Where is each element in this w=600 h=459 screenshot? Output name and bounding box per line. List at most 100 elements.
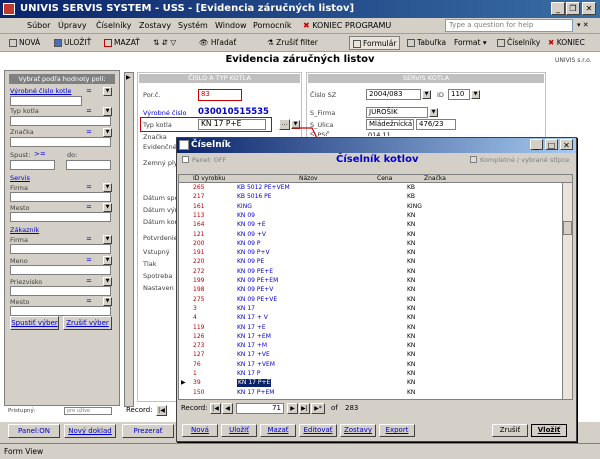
col-cena[interactable]: Cena: [377, 175, 392, 183]
panel-on-button[interactable]: Panel:ON: [8, 424, 60, 438]
cislo-sz-field[interactable]: 2004/083: [366, 89, 421, 100]
menu-koniec-programu[interactable]: ✖ KONIEC PROGRAMU: [300, 19, 394, 32]
typ-operator[interactable]: =: [86, 107, 92, 115]
menu-system[interactable]: Systém: [175, 19, 211, 32]
typ-kotla-field[interactable]: KN 17 P+E: [198, 119, 266, 130]
id-field[interactable]: 110: [448, 89, 470, 100]
table-row[interactable]: 3 KN 17 KN: [179, 305, 572, 313]
table-row[interactable]: 126 KN 17 +EM KN: [179, 333, 572, 341]
table-row[interactable]: 161 KING KING: [179, 203, 572, 211]
zak-mesto-dropdown[interactable]: ▼: [103, 297, 112, 306]
id-dropdown[interactable]: ▼: [471, 90, 480, 99]
zak-meno-dropdown[interactable]: ▼: [103, 256, 112, 265]
dialog-minimize-button[interactable]: _: [530, 139, 543, 150]
splitter[interactable]: [124, 72, 134, 407]
sidebar-vyrobne-label[interactable]: Výrobné číslo kotle: [10, 87, 71, 95]
servis-mesto-dropdown[interactable]: ▼: [103, 203, 112, 212]
kompletne-checkbox[interactable]: [470, 156, 477, 163]
menu-upravy[interactable]: Úpravy: [55, 19, 90, 32]
zak-mesto-operator[interactable]: =: [86, 297, 92, 305]
table-row[interactable]: 121 KN 09 +V KN: [179, 231, 572, 239]
dialog-nova-button[interactable]: Nová: [182, 424, 218, 437]
table-row[interactable]: 198 KN 09 PE+V KN: [179, 286, 572, 294]
spust-operator[interactable]: >=: [34, 150, 46, 158]
dialog-vlozit-button[interactable]: Vložiť: [531, 424, 567, 437]
tabulka-button[interactable]: Tabuľka: [404, 36, 449, 50]
servis-firma-input[interactable]: [10, 192, 111, 202]
dialog-zostavy-button[interactable]: Zostavy: [340, 424, 376, 437]
table-row[interactable]: 265 KB 5012 PE+VEM KB: [179, 184, 572, 192]
dialog-editovat-button[interactable]: Editovať: [299, 424, 337, 437]
col-id[interactable]: ID vyrobku: [193, 175, 225, 183]
s-firma-field[interactable]: JUROŠÍK: [366, 107, 428, 118]
table-row[interactable]: 4 KN 17 + V KN: [179, 314, 572, 322]
vyrobne-operator[interactable]: =: [86, 87, 92, 95]
servis-firma-operator[interactable]: =: [86, 183, 92, 191]
zakaznik-link[interactable]: Zákazník: [10, 226, 39, 234]
table-row[interactable]: 191 KN 09 P+V KN: [179, 249, 572, 257]
dialog-maximize-button[interactable]: □: [545, 139, 558, 150]
dialog-next-record-button[interactable]: ▶: [287, 403, 298, 414]
hladat-button[interactable]: 👁 Hľadať: [196, 36, 239, 50]
row-selector[interactable]: ▶: [181, 379, 188, 387]
znacka-operator[interactable]: =: [86, 128, 92, 136]
zak-firma-input[interactable]: [10, 244, 111, 254]
znacka-input[interactable]: [10, 137, 111, 147]
dialog-first-record-button[interactable]: |◀: [210, 403, 221, 414]
table-row[interactable]: 1 KN 17 P KN: [179, 370, 572, 378]
dialog-last-record-button[interactable]: ▶|: [299, 403, 310, 414]
cislo-sz-dropdown[interactable]: ▼: [422, 90, 431, 99]
zak-meno-operator[interactable]: =: [86, 256, 92, 264]
table-row[interactable]: 164 KN 09 +E KN: [179, 221, 572, 229]
table-row[interactable]: 127 KN 17 +VE KN: [179, 351, 572, 359]
close-button[interactable]: ✕: [582, 2, 596, 15]
por-c-field[interactable]: 83: [198, 89, 242, 101]
form-first-record-button[interactable]: |◀: [156, 405, 167, 416]
nova-button[interactable]: NOVÁ: [6, 36, 43, 50]
help-dropdown-icon[interactable]: ▾ ✕: [577, 21, 589, 29]
znacka-dropdown[interactable]: ▼: [103, 128, 112, 137]
zak-meno-input[interactable]: [10, 265, 111, 275]
menu-pomocnik[interactable]: Pomocník: [250, 19, 294, 32]
collapse-arrow-icon[interactable]: ▶: [126, 74, 131, 81]
dialog-new-record-button[interactable]: ▶*: [311, 403, 325, 414]
servis-link[interactable]: Servis: [10, 174, 30, 182]
servis-mesto-operator[interactable]: =: [86, 203, 92, 211]
s-firma-dropdown[interactable]: ▼: [429, 108, 438, 117]
s-ulica-number[interactable]: 476/23: [416, 119, 456, 130]
grid-scrollbar[interactable]: [562, 183, 572, 399]
zak-priezvisko-operator[interactable]: =: [86, 277, 92, 285]
table-row[interactable]: 199 KN 09 PE+EM KN: [179, 277, 572, 285]
zrusit-vyber-button[interactable]: Zrušiť výber: [63, 316, 112, 330]
dialog-export-button[interactable]: Export: [379, 424, 415, 437]
dialog-close-button[interactable]: ✕: [560, 139, 573, 150]
dialog-zrusit-button[interactable]: Zrušiť: [492, 424, 528, 437]
dialog-prev-record-button[interactable]: ◀: [222, 403, 233, 414]
vyrobne-dropdown[interactable]: ▼: [103, 87, 112, 96]
menu-ciselniky[interactable]: Číselníky: [93, 19, 135, 32]
col-nazov[interactable]: Názov: [299, 175, 318, 183]
prezerat-button[interactable]: Prezerať: [122, 424, 174, 438]
table-row[interactable]: 217 KB 5016 PE KB: [179, 193, 572, 201]
panel-off-checkbox[interactable]: [182, 156, 189, 163]
format-button[interactable]: Format ▾: [451, 36, 490, 50]
s-ulica-field[interactable]: Mládežnícká: [366, 119, 414, 130]
typ-input[interactable]: [10, 116, 111, 126]
mazat-button[interactable]: MAZAŤ: [101, 36, 143, 50]
zak-priezvisko-dropdown[interactable]: ▼: [103, 277, 112, 286]
zak-firma-operator[interactable]: =: [86, 235, 92, 243]
menu-subor[interactable]: Súbor: [24, 19, 53, 32]
servis-mesto-input[interactable]: [10, 212, 111, 222]
ulozit-button[interactable]: ULOŽIŤ: [51, 36, 94, 50]
formular-button[interactable]: Formulár: [349, 36, 401, 50]
servis-firma-dropdown[interactable]: ▼: [103, 183, 112, 192]
koniec-button[interactable]: ✖ KONIEC: [545, 36, 588, 50]
zak-firma-dropdown[interactable]: ▼: [103, 235, 112, 244]
table-row[interactable]: 272 KN 09 PE+E KN: [179, 268, 572, 276]
menu-window[interactable]: Window: [212, 19, 250, 32]
table-row[interactable]: ▶ 39 KN 17 P+E KN: [179, 379, 572, 388]
col-znacka[interactable]: Značka: [424, 175, 446, 183]
table-row[interactable]: 76 KN 17 +VEM KN: [179, 361, 572, 369]
table-row[interactable]: 275 KN 09 PE+VE KN: [179, 296, 572, 304]
zrusit-filter-button[interactable]: ⚗ Zrušiť filter: [264, 36, 321, 50]
